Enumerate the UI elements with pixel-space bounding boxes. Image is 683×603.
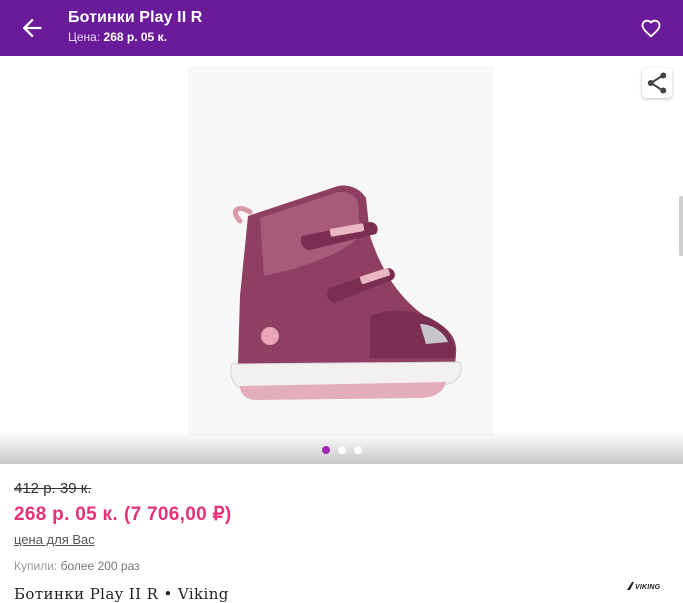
header-price-label: Цена:	[68, 30, 101, 44]
product-boot-image	[230, 185, 462, 400]
viking-logo-mark: VIKING	[627, 582, 661, 591]
old-price: 412 р. 39 к.	[14, 480, 92, 497]
header-price-value: 268 р. 05 к.	[103, 30, 167, 44]
share-button[interactable]	[642, 68, 672, 98]
header-title-block: Ботинки Play II R Цена: 268 р. 05 к.	[68, 9, 202, 44]
share-icon	[647, 72, 667, 94]
gallery-dot-1[interactable]	[322, 446, 330, 454]
app-header: Ботинки Play II R Цена: 268 р. 05 к.	[0, 0, 683, 56]
brand-logo-text: VIKING	[635, 584, 661, 591]
price-for-you-link[interactable]: цена для Вас	[14, 532, 95, 547]
product-image-gallery[interactable]	[0, 56, 683, 464]
bought-value: более 200 раз	[60, 559, 140, 573]
product-info: 412 р. 39 к. 268 р. 05 к. (7 706,00 ₽) це…	[14, 480, 674, 603]
price-rub-value: (7 706,00 ₽)	[123, 504, 232, 525]
scroll-edge-indicator	[679, 196, 683, 256]
back-arrow-icon[interactable]	[18, 14, 46, 42]
product-name: Ботинки Play II R • Viking	[14, 585, 229, 603]
heart-icon[interactable]	[639, 16, 663, 40]
bought-count: Купили: более 200 раз	[14, 559, 674, 573]
bought-label: Купили:	[14, 559, 58, 573]
page-title: Ботинки Play II R	[68, 9, 203, 26]
gallery-dot-3[interactable]	[354, 446, 362, 454]
header-price: Цена: 268 р. 05 к.	[68, 30, 202, 44]
brand-logo: VIKING	[626, 580, 670, 594]
current-price: 268 р. 05 к. (7 706,00 ₽)	[14, 503, 674, 526]
gallery-dot-2[interactable]	[338, 446, 346, 454]
price-value: 268 р. 05 к.	[14, 504, 118, 525]
gallery-pagination	[322, 446, 362, 456]
